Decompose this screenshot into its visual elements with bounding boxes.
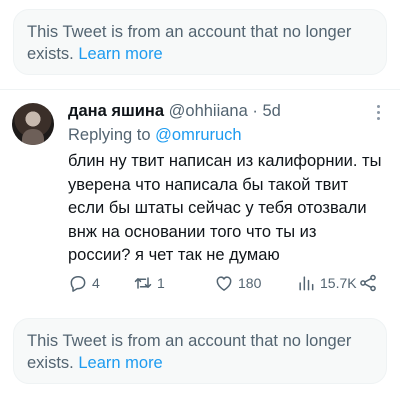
tweet-text-line: если бы штаты сейчас у тебя отозвали: [68, 199, 367, 217]
like-icon: [216, 276, 232, 291]
like-button[interactable]: 180: [214, 272, 261, 294]
tweet-text-line: уверена что написала бы такой твит: [68, 175, 349, 194]
learn-more-link[interactable]: Learn more: [78, 45, 162, 63]
views-button[interactable]: 15.7K: [296, 272, 357, 294]
retweet-icon: [134, 277, 152, 289]
separator-dot: ·: [252, 102, 258, 120]
reply-button[interactable]: 4: [68, 272, 100, 294]
tweet-header: дана яшина @ohhiiana · 5d: [68, 100, 281, 122]
notice-text: This Tweet is from an account that no lo…: [27, 332, 352, 372]
notice-text: This Tweet is from an account that no lo…: [27, 23, 352, 63]
tweet-text-line: внж на основании того что ты из: [68, 222, 317, 241]
reply-icon: [70, 276, 86, 292]
deleted-tweet-notice-bottom: This Tweet is from an account that no lo…: [13, 318, 387, 384]
author-handle[interactable]: @ohhiiana: [169, 102, 248, 120]
retweet-count: 1: [157, 275, 165, 291]
retweet-button[interactable]: 1: [133, 272, 165, 294]
replying-to: Replying to @omruruch: [68, 124, 242, 146]
views-icon: [299, 276, 314, 291]
tweet-actions: 4 1 180 15.7K: [68, 272, 386, 294]
reply-count: 4: [92, 275, 100, 291]
share-icon: [360, 274, 376, 292]
replying-to-mention[interactable]: @omruruch: [155, 126, 241, 144]
deleted-tweet-notice-top: This Tweet is from an account that no lo…: [13, 9, 387, 75]
tweet[interactable]: дана яшина @ohhiiana · 5d Replying to @o…: [0, 90, 400, 306]
like-count: 180: [238, 275, 262, 291]
learn-more-link[interactable]: Learn more: [78, 354, 162, 372]
tweet-text: блин ну твит написан из калифорнии. ты у…: [68, 150, 388, 268]
avatar[interactable]: [12, 103, 54, 145]
tweet-text-line: россии? я чет так не думаю: [68, 246, 280, 264]
tweet-time[interactable]: 5d: [262, 102, 280, 120]
replying-prefix: Replying to: [68, 126, 151, 144]
share-button[interactable]: [358, 272, 378, 294]
tweet-text-line: блин ну твит написан из калифорнии. ты: [68, 152, 382, 170]
views-count: 15.7K: [320, 275, 357, 291]
more-icon[interactable]: [370, 102, 386, 122]
author-name[interactable]: дана яшина: [68, 102, 164, 120]
